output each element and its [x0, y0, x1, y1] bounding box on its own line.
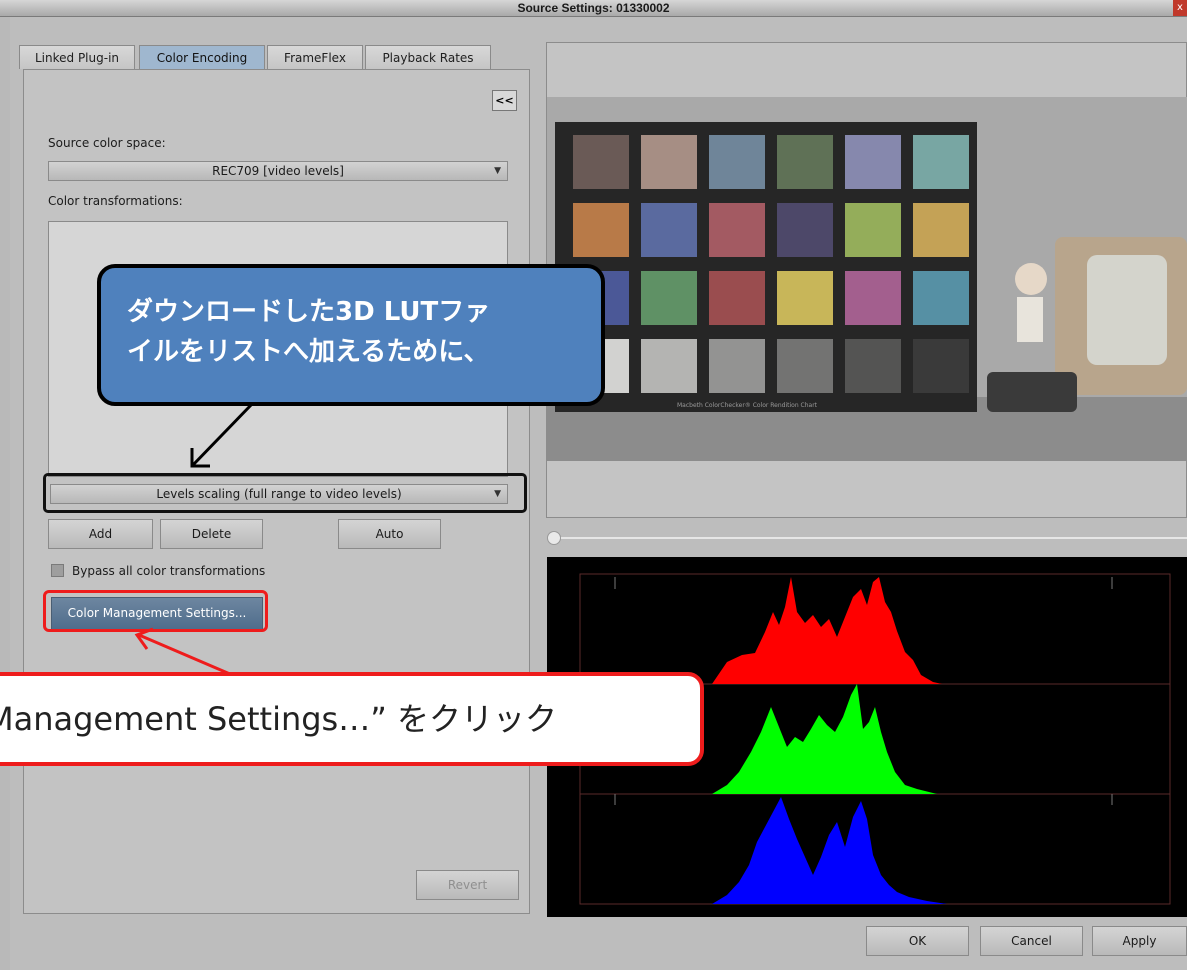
close-icon[interactable]: x	[1173, 0, 1187, 16]
apply-button[interactable]: Apply	[1092, 926, 1187, 956]
delete-button[interactable]: Delete	[160, 519, 263, 549]
callout-line-2: イルをリストへ加えるために、	[127, 337, 490, 367]
scrubber-track[interactable]	[557, 537, 1187, 539]
callout-line-1: ダウンロードした3D LUTファ	[127, 297, 491, 327]
preview-photo-svg: Macbeth ColorChecker® Color Rendition Ch…	[547, 97, 1187, 461]
auto-button[interactable]: Auto	[338, 519, 441, 549]
callout-arrow-black	[190, 402, 254, 468]
callout-add-lut: ダウンロードした3D LUTファ イルをリストへ加えるために、	[97, 264, 605, 406]
add-button[interactable]: Add	[48, 519, 153, 549]
bypass-label[interactable]: Bypass all color transformations	[72, 564, 265, 578]
tab-frameflex[interactable]: FrameFlex	[267, 45, 363, 69]
histogram-red	[712, 577, 942, 684]
chart-caption: Macbeth ColorChecker® Color Rendition Ch…	[677, 402, 818, 409]
source-color-space-select[interactable]: REC709 [video levels] ▼	[48, 161, 508, 181]
dropdown-arrow-icon: ▼	[494, 166, 501, 176]
revert-button[interactable]: Revert	[416, 870, 519, 900]
histogram-green	[712, 684, 937, 794]
cancel-button[interactable]: Cancel	[980, 926, 1083, 956]
preview-image: Macbeth ColorChecker® Color Rendition Ch…	[547, 97, 1187, 461]
histogram-blue	[712, 797, 947, 904]
tab-playback-rates[interactable]: Playback Rates	[365, 45, 491, 69]
tab-color-encoding[interactable]: Color Encoding	[139, 45, 265, 69]
callout-click-cm: Management Settings…” をクリック	[0, 672, 704, 766]
ok-button[interactable]: OK	[866, 926, 969, 956]
timeline-scrubber[interactable]	[547, 531, 1187, 545]
collapse-button[interactable]: <<	[492, 90, 517, 111]
source-color-space-label: Source color space:	[48, 136, 166, 150]
annotation-box-dropdown	[43, 473, 527, 513]
source-color-space-value: REC709 [video levels]	[212, 164, 344, 178]
title-bar: Source Settings: 01330002 x	[0, 0, 1187, 17]
tab-linked-plugin[interactable]: Linked Plug-in	[19, 45, 135, 69]
checkbox-icon[interactable]	[51, 564, 64, 577]
window-title: Source Settings: 01330002	[517, 1, 670, 15]
scrubber-knob-icon[interactable]	[547, 531, 561, 545]
color-transformations-label: Color transformations:	[48, 194, 183, 208]
